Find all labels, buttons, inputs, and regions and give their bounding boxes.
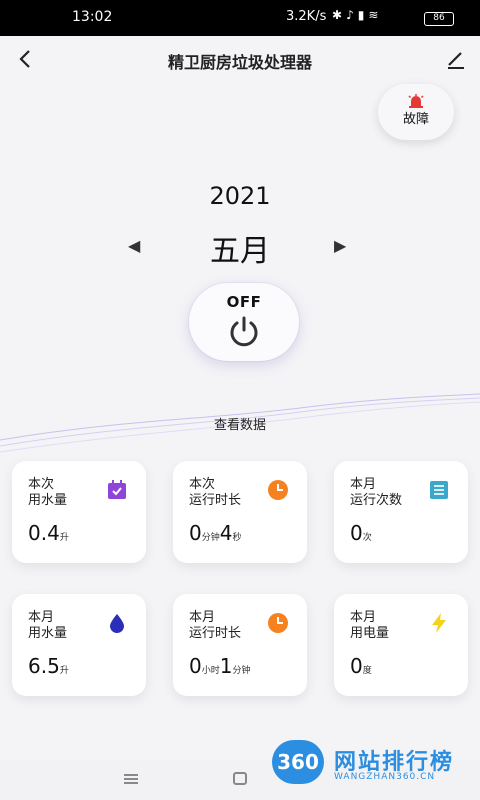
card-value: 0次 <box>350 521 372 545</box>
lightning-icon <box>432 613 446 633</box>
card-month-water[interactable]: 本月 用水量 6.5升 <box>12 594 146 696</box>
month-label: 五月 <box>210 234 270 269</box>
battery-icon: 86 <box>424 12 454 26</box>
card-label: 本月 用电量 <box>350 610 390 641</box>
power-button[interactable]: OFF <box>189 283 299 361</box>
fault-button[interactable]: 故障 <box>378 84 454 140</box>
signal-icon: ▮ <box>357 8 369 22</box>
status-bar: 13:02 3.2K/s ✱♪▮≋ 86 <box>0 0 480 36</box>
year-label: 2021 <box>209 182 271 210</box>
bluetooth-icon: ✱ <box>332 8 347 22</box>
card-month-electricity[interactable]: 本月 用电量 0度 <box>334 594 468 696</box>
card-value: 0度 <box>350 654 372 678</box>
card-label: 本月 运行次数 <box>350 477 403 508</box>
card-value: 6.5升 <box>28 654 69 678</box>
card-current-water[interactable]: 本次 用水量 0.4升 <box>12 461 146 563</box>
triangle-right-icon[interactable]: ▶ <box>334 236 346 255</box>
watermark-badge: 360 <box>272 740 324 784</box>
edit-pencil-icon[interactable] <box>444 48 468 72</box>
view-data-link[interactable]: 查看数据 <box>0 414 480 433</box>
clock-icon <box>268 480 288 500</box>
watermark-logo: 360 网站排行榜 WANGZHAN360.CN <box>272 740 472 796</box>
watermark-subtext: WANGZHAN360.CN <box>334 772 436 782</box>
card-value: 0.4升 <box>28 521 69 545</box>
clock-icon <box>268 613 288 633</box>
top-bar: 精卫厨房垃圾处理器 <box>0 36 480 84</box>
card-label: 本次 用水量 <box>28 477 68 508</box>
status-icons: ✱♪▮≋ <box>332 8 382 22</box>
fault-label: 故障 <box>402 112 429 127</box>
card-label: 本次 运行时长 <box>189 477 242 508</box>
card-label: 本月 用水量 <box>28 610 68 641</box>
card-value: 0分钟4秒 <box>189 521 242 545</box>
card-label: 本月 运行时长 <box>189 610 242 641</box>
network-speed: 3.2K/s <box>286 9 327 24</box>
card-month-runtime[interactable]: 本月 运行时长 0小时1分钟 <box>173 594 307 696</box>
list-icon <box>430 481 448 499</box>
card-month-run-count[interactable]: 本月 运行次数 0次 <box>334 461 468 563</box>
home-icon[interactable] <box>233 772 247 785</box>
power-icon <box>230 316 258 347</box>
alarm-light-icon <box>408 94 424 108</box>
calendar-check-icon <box>108 480 126 499</box>
power-state-label: OFF <box>226 293 262 311</box>
card-value: 0小时1分钟 <box>189 654 251 678</box>
wifi-icon: ≋ <box>368 8 383 22</box>
water-drop-icon <box>110 614 124 633</box>
mute-icon: ♪ <box>346 8 358 22</box>
menu-icon[interactable] <box>124 774 138 784</box>
status-time: 13:02 <box>72 9 113 25</box>
card-current-runtime[interactable]: 本次 运行时长 0分钟4秒 <box>173 461 307 563</box>
page-title: 精卫厨房垃圾处理器 <box>167 53 312 72</box>
